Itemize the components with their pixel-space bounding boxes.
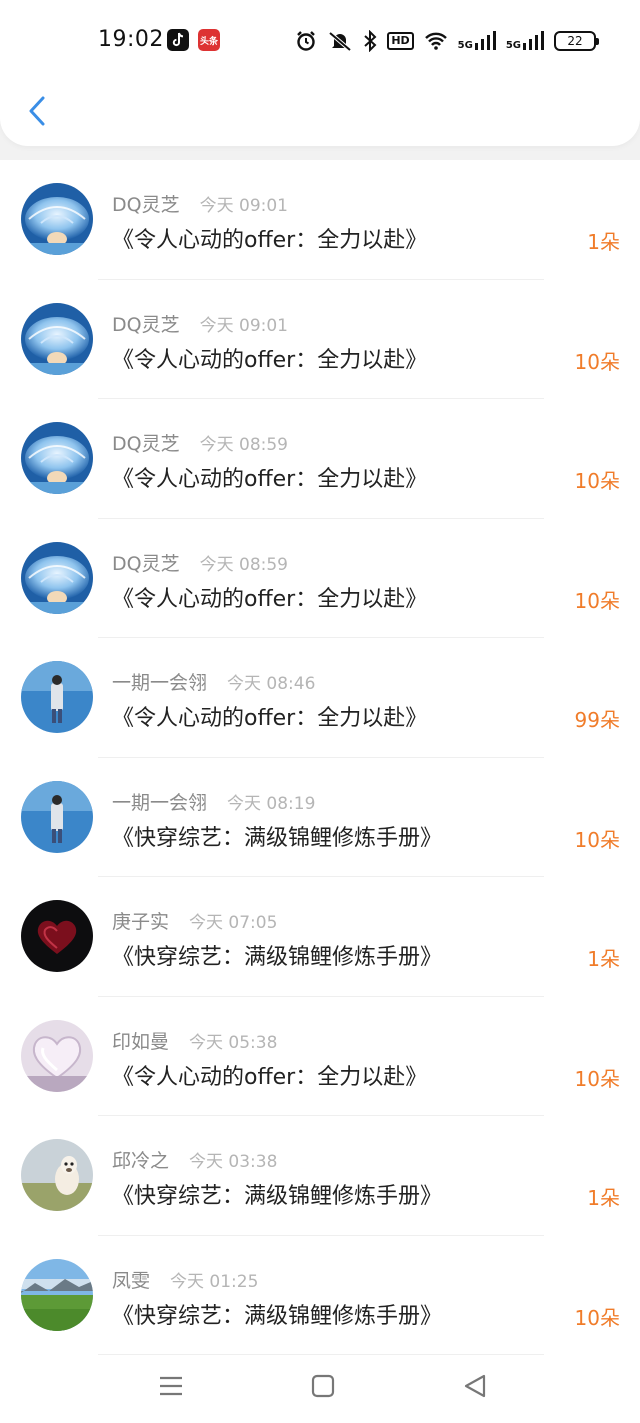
gift-meta: 凤雯 今天 01:25 [112, 1266, 258, 1293]
back-button[interactable] [22, 92, 52, 130]
gift-time: 今天 08:59 [199, 435, 288, 455]
avatar[interactable] [21, 900, 93, 972]
gift-row[interactable]: DQ灵芝 今天 08:59 《令人心动的offer：全力以赴》 10朵 [0, 519, 640, 639]
flower-amount: 10朵 [574, 469, 620, 493]
hd-icon: HD [387, 32, 414, 50]
avatar[interactable] [21, 183, 93, 255]
system-nav-bar [0, 1355, 640, 1423]
avatar[interactable] [21, 1139, 93, 1211]
gift-row[interactable]: 一期一会翎 今天 08:46 《令人心动的offer：全力以赴》 99朵 [0, 638, 640, 758]
back-triangle-icon [464, 1374, 486, 1398]
gift-time: 今天 03:38 [189, 1152, 278, 1172]
gift-meta: DQ灵芝 今天 08:59 [112, 549, 288, 576]
user-name[interactable]: DQ灵芝 [112, 310, 180, 337]
book-title: 《令人心动的offer：全力以赴》 [112, 467, 428, 492]
gift-row[interactable]: 庚子实 今天 07:05 《快穿综艺：满级锦鲤修炼手册》 1朵 [0, 877, 640, 997]
gift-row[interactable]: 凤雯 今天 01:25 《快穿综艺：满级锦鲤修炼手册》 10朵 [0, 1236, 640, 1356]
flower-amount: 99朵 [574, 708, 620, 732]
bluetooth-icon [364, 30, 377, 52]
flower-amount: 1朵 [587, 230, 620, 254]
menu-button[interactable] [156, 1371, 186, 1401]
alarm-icon [297, 31, 316, 51]
book-title: 《令人心动的offer：全力以赴》 [112, 586, 428, 612]
chevron-left-icon [29, 96, 45, 126]
gift-meta: DQ灵芝 今天 09:01 [112, 310, 288, 337]
user-name[interactable]: 邱冷之 [112, 1146, 169, 1173]
user-name[interactable]: 一期一会翎 [112, 788, 207, 815]
gift-time: 今天 07:05 [189, 913, 278, 933]
gift-row[interactable]: DQ灵芝 今天 09:01 《令人心动的offer：全力以赴》 1朵 [0, 160, 640, 280]
avatar[interactable] [21, 302, 93, 375]
status-icons: HD 5G 5G 22 [295, 28, 599, 54]
book-title: 《快穿综艺：满级锦鲤修炼手册》 [112, 945, 443, 970]
gift-meta: 庚子实 今天 07:05 [112, 907, 277, 934]
mute-bell-icon [329, 31, 352, 52]
user-name[interactable]: 一期一会翎 [112, 668, 207, 695]
gift-meta: 印如曼 今天 05:38 [112, 1027, 277, 1054]
gift-row[interactable]: 印如曼 今天 05:38 《令人心动的offer：全力以赴》 10朵 [0, 997, 640, 1117]
avatar[interactable] [21, 541, 93, 614]
user-name[interactable]: 印如曼 [112, 1027, 169, 1054]
flower-amount: 10朵 [574, 1066, 620, 1091]
signal-5g-2: 5G [506, 31, 544, 51]
home-button[interactable] [308, 1371, 338, 1401]
book-title: 《快穿综艺：满级锦鲤修炼手册》 [112, 825, 443, 851]
gift-time: 今天 08:59 [199, 554, 288, 575]
avatar[interactable] [21, 780, 93, 853]
gift-time: 今天 01:25 [170, 1271, 259, 1292]
book-title: 《令人心动的offer：全力以赴》 [112, 1064, 428, 1090]
flower-amount: 10朵 [574, 349, 620, 374]
user-name[interactable]: DQ灵芝 [112, 429, 180, 456]
back-nav-button[interactable] [460, 1371, 490, 1401]
gift-time: 今天 08:19 [227, 793, 316, 814]
avatar[interactable] [21, 661, 93, 733]
gift-time: 今天 05:38 [189, 1032, 278, 1053]
gift-meta: 一期一会翎 今天 08:46 [112, 668, 315, 695]
header-bar: 19:02 头条 HD 5G 5G 22 [0, 0, 640, 146]
flower-amount: 1朵 [587, 947, 620, 971]
book-title: 《令人心动的offer：全力以赴》 [112, 347, 428, 373]
book-title: 《令人心动的offer：全力以赴》 [112, 706, 428, 731]
wifi-icon [424, 32, 447, 50]
gift-meta: 一期一会翎 今天 08:19 [112, 788, 315, 815]
flower-amount: 10朵 [574, 827, 620, 852]
book-title: 《快穿综艺：满级锦鲤修炼手册》 [112, 1184, 443, 1209]
book-title: 《令人心动的offer：全力以赴》 [112, 228, 428, 253]
flower-amount: 1朵 [587, 1186, 620, 1210]
user-name[interactable]: 凤雯 [112, 1266, 150, 1293]
gift-meta: DQ灵芝 今天 09:01 [112, 190, 288, 217]
battery-icon: 22 [554, 31, 599, 51]
gift-list: DQ灵芝 今天 09:01 《令人心动的offer：全力以赴》 1朵 DQ灵芝 … [0, 160, 640, 1355]
user-name[interactable]: DQ灵芝 [112, 190, 180, 217]
avatar[interactable] [21, 1258, 93, 1331]
gift-row[interactable]: 邱冷之 今天 03:38 《快穿综艺：满级锦鲤修炼手册》 1朵 [0, 1116, 640, 1236]
news-app-icon: 头条 [198, 29, 220, 51]
book-title: 《快穿综艺：满级锦鲤修炼手册》 [112, 1303, 443, 1329]
menu-icon [160, 1376, 182, 1396]
gift-row[interactable]: DQ灵芝 今天 08:59 《令人心动的offer：全力以赴》 10朵 [0, 399, 640, 519]
gift-meta: DQ灵芝 今天 08:59 [112, 429, 288, 456]
avatar[interactable] [21, 1019, 93, 1092]
avatar[interactable] [21, 422, 93, 494]
gift-row[interactable]: DQ灵芝 今天 09:01 《令人心动的offer：全力以赴》 10朵 [0, 280, 640, 400]
flower-amount: 10朵 [574, 1305, 620, 1330]
user-name[interactable]: DQ灵芝 [112, 549, 180, 576]
status-time: 19:02 [98, 27, 164, 52]
tiktok-icon [167, 29, 189, 51]
gift-row[interactable]: 一期一会翎 今天 08:19 《快穿综艺：满级锦鲤修炼手册》 10朵 [0, 758, 640, 878]
flower-amount: 10朵 [574, 588, 620, 613]
signal-5g-1: 5G [458, 31, 496, 51]
gift-time: 今天 08:46 [227, 674, 316, 694]
gift-time: 今天 09:01 [199, 315, 288, 336]
user-name[interactable]: 庚子实 [112, 907, 169, 934]
home-square-icon [311, 1374, 335, 1398]
gift-time: 今天 09:01 [199, 196, 288, 216]
gift-meta: 邱冷之 今天 03:38 [112, 1146, 277, 1173]
